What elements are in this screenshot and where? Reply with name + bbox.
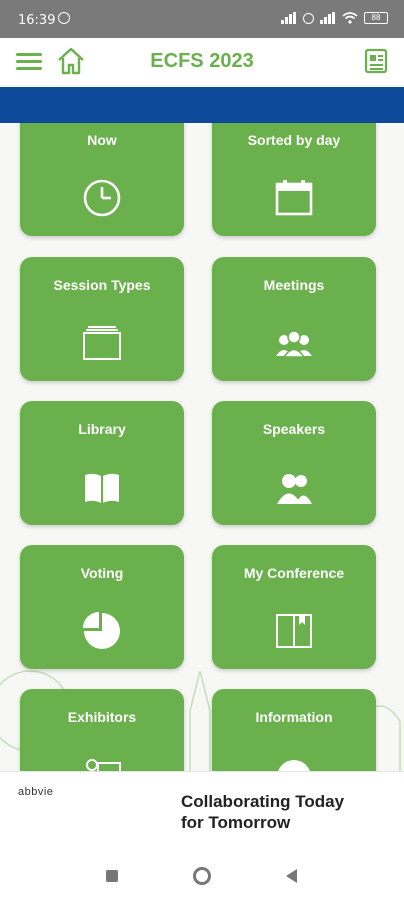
tile-information[interactable]: Information	[212, 689, 376, 771]
status-icons: 88	[281, 12, 388, 24]
app-bar: ECFS 2023	[0, 38, 404, 86]
header-banner	[0, 87, 404, 123]
folders-icon	[83, 326, 121, 360]
vpn-icon	[303, 12, 314, 24]
recents-button[interactable]	[106, 870, 118, 882]
main-content[interactable]: Now Sorted by day Session Types Meetings	[0, 123, 404, 771]
tile-label: Library	[78, 421, 126, 437]
tile-now[interactable]: Now	[20, 123, 184, 236]
clock-icon	[83, 179, 121, 217]
home-button[interactable]	[193, 867, 211, 885]
tile-session-types[interactable]: Session Types	[20, 257, 184, 381]
tile-sorted-by-day[interactable]: Sorted by day	[212, 123, 376, 236]
tile-meetings[interactable]: Meetings	[212, 257, 376, 381]
ad-headline-line1: Collaborating Today	[181, 792, 345, 811]
speakers-icon	[277, 474, 312, 504]
group-icon	[276, 330, 312, 358]
signal-icon-2	[320, 12, 336, 24]
document-icon[interactable]	[364, 48, 388, 74]
pie-chart-icon	[83, 612, 120, 649]
tile-label: Session Types	[53, 277, 151, 293]
tile-label: Now	[87, 132, 117, 148]
calendar-icon	[275, 180, 313, 216]
status-bar: 16:39 88	[0, 0, 404, 38]
bookmark-book-icon	[276, 614, 312, 648]
signal-icon	[281, 12, 297, 24]
tile-label: Voting	[80, 565, 124, 581]
tile-label: My Conference	[243, 565, 345, 581]
tile-voting[interactable]: Voting	[20, 545, 184, 669]
tile-label: Exhibitors	[67, 709, 137, 725]
ad-brand-logo: abbvie	[18, 786, 54, 798]
tile-label: Information	[255, 709, 333, 725]
wifi-icon	[342, 12, 358, 24]
advertisement-banner[interactable]: abbvie Collaborating Today for Tomorrow	[0, 771, 404, 853]
tile-label: Sorted by day	[247, 132, 341, 148]
book-icon	[85, 473, 119, 503]
back-button[interactable]	[286, 869, 297, 883]
system-nav-bar	[0, 853, 404, 900]
tile-speakers[interactable]: Speakers	[212, 401, 376, 525]
page-title: ECFS 2023	[150, 50, 254, 72]
tile-label: Speakers	[262, 421, 326, 437]
ad-headline-line2: for Tomorrow	[181, 813, 291, 832]
tile-exhibitors[interactable]: Exhibitors	[20, 689, 184, 771]
tile-label: Meetings	[263, 277, 325, 293]
exhibitor-icon	[86, 759, 121, 771]
info-icon	[278, 760, 310, 771]
alarm-icon	[58, 12, 70, 24]
tile-library[interactable]: Library	[20, 401, 184, 525]
battery-icon: 88	[364, 12, 388, 24]
tile-my-conference[interactable]: My Conference	[212, 545, 376, 669]
status-time: 16:39	[18, 13, 56, 28]
